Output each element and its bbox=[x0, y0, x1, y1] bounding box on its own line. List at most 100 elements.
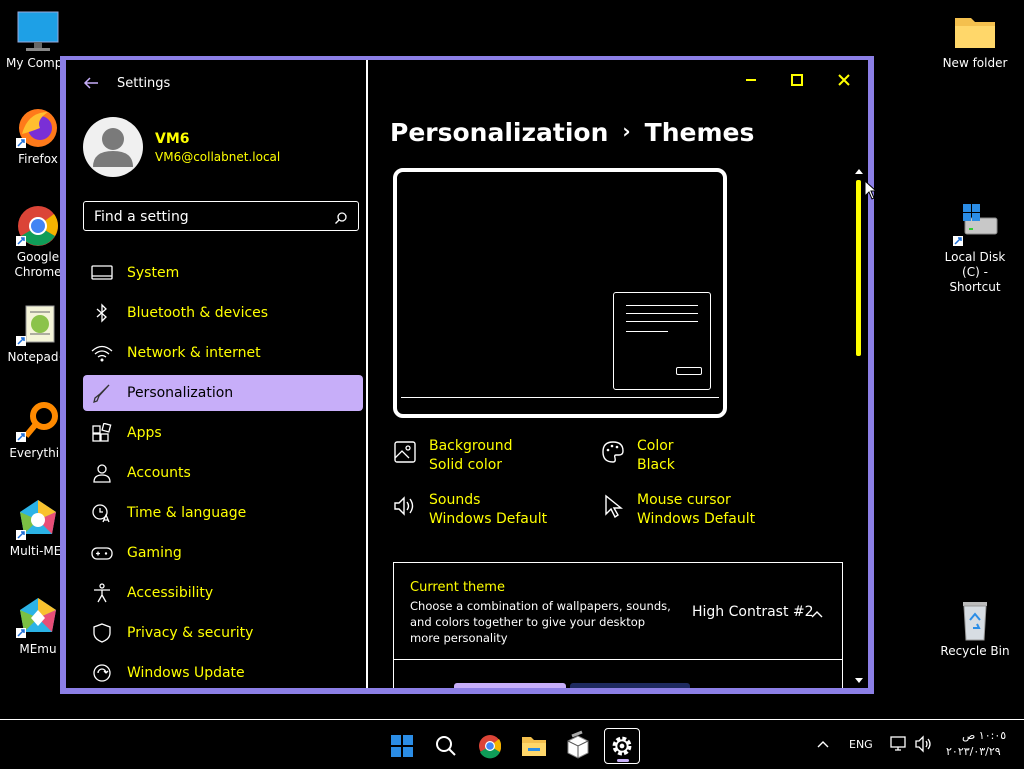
wifi-icon bbox=[91, 343, 113, 363]
sidebar-item-label: Privacy & security bbox=[127, 625, 254, 641]
scroll-down-arrow-icon[interactable] bbox=[854, 676, 864, 686]
desktop-icon-local-disk-shortcut[interactable]: Local Disk (C) - Shortcut bbox=[937, 204, 1013, 295]
monitor-icon bbox=[14, 10, 62, 54]
recycle-bin-icon bbox=[951, 598, 999, 642]
sidebar-item-gaming[interactable]: Gaming bbox=[83, 535, 363, 571]
avatar[interactable] bbox=[83, 117, 143, 177]
volume-icon[interactable] bbox=[914, 735, 934, 753]
sidebar-item-windows-update[interactable]: Windows Update bbox=[83, 655, 363, 688]
palette-icon bbox=[601, 440, 625, 464]
settings-window: Settings VM6 VM6@collabnet.local Find a … bbox=[60, 56, 874, 694]
sounds-label: Sounds bbox=[429, 492, 481, 508]
mouse-cursor-label: Mouse cursor bbox=[637, 492, 731, 508]
apps-icon bbox=[91, 422, 113, 443]
sidebar-item-label: Windows Update bbox=[127, 665, 245, 681]
user-email: VM6@collabnet.local bbox=[155, 150, 281, 164]
globe-clock-icon bbox=[91, 503, 113, 523]
desktop-icon-new-folder[interactable]: New folder bbox=[937, 10, 1013, 71]
breadcrumb: Personalization › Themes bbox=[390, 118, 754, 147]
clock-time[interactable]: ١٠:٠٥ ص bbox=[962, 729, 1006, 742]
desktop-icon-label: New folder bbox=[942, 56, 1008, 70]
background-setting[interactable]: Background Solid color bbox=[393, 438, 593, 478]
background-value: Solid color bbox=[429, 457, 503, 473]
bluetooth-icon bbox=[91, 303, 113, 323]
memu-icon bbox=[14, 596, 62, 640]
maximize-button[interactable] bbox=[782, 68, 812, 92]
taskbar-settings-button[interactable] bbox=[604, 728, 640, 764]
search-icon bbox=[334, 210, 348, 224]
folder-icon bbox=[522, 737, 546, 756]
current-theme-title: Current theme bbox=[410, 580, 505, 595]
close-button[interactable] bbox=[829, 68, 859, 92]
mouse-cursor-setting[interactable]: Mouse cursor Windows Default bbox=[601, 492, 801, 532]
chevron-up-icon[interactable] bbox=[815, 738, 831, 750]
scroll-up-arrow-icon[interactable] bbox=[854, 166, 864, 176]
breadcrumb-parent[interactable]: Personalization bbox=[390, 118, 608, 147]
search-icon bbox=[436, 736, 456, 756]
mouse-cursor-value: Windows Default bbox=[637, 511, 756, 527]
sidebar-item-time-language[interactable]: Time & language bbox=[83, 495, 363, 531]
firefox-icon bbox=[14, 106, 62, 150]
theme-preview bbox=[393, 168, 727, 418]
taskbar-search-button[interactable] bbox=[428, 728, 464, 764]
minimize-icon bbox=[746, 79, 756, 81]
network-icon[interactable] bbox=[889, 735, 909, 753]
sidebar-item-system[interactable]: System bbox=[83, 255, 363, 291]
color-setting[interactable]: Color Black bbox=[601, 438, 801, 478]
sidebar-item-accessibility[interactable]: Accessibility bbox=[83, 575, 363, 611]
user-silhouette-icon bbox=[93, 128, 133, 167]
taskbar-file-explorer-button[interactable] bbox=[516, 728, 552, 764]
color-label: Color bbox=[637, 438, 674, 454]
taskbar-chrome-button[interactable] bbox=[472, 728, 508, 764]
clock-date[interactable]: ٢٠٢٣/٠٣/٢٩ bbox=[946, 745, 1001, 758]
sidebar-item-label: Personalization bbox=[127, 385, 234, 401]
chevron-up-icon[interactable] bbox=[810, 606, 824, 620]
sidebar-item-accounts[interactable]: Accounts bbox=[83, 455, 363, 491]
speaker-icon bbox=[393, 494, 417, 518]
close-icon bbox=[838, 74, 850, 86]
theme-thumbnail[interactable] bbox=[454, 683, 566, 688]
preview-dialog-button bbox=[676, 367, 702, 375]
sidebar-item-label: Apps bbox=[127, 425, 162, 441]
everything-search-icon bbox=[14, 400, 62, 444]
start-button[interactable] bbox=[384, 728, 420, 764]
current-theme-value: High Contrast #2 bbox=[692, 604, 814, 620]
scrollbar[interactable] bbox=[854, 166, 864, 686]
sidebar-item-bluetooth-devices[interactable]: Bluetooth & devices bbox=[83, 295, 363, 331]
back-arrow-icon[interactable] bbox=[82, 74, 100, 92]
chrome-icon bbox=[479, 735, 502, 759]
desktop-icon-recycle-bin[interactable]: Recycle Bin bbox=[937, 598, 1013, 659]
multi-memu-icon bbox=[14, 498, 62, 542]
scrollbar-thumb[interactable] bbox=[856, 180, 861, 356]
theme-thumbnail[interactable] bbox=[570, 683, 690, 688]
taskbar: ENG ١٠:٠٥ ص ٢٠٢٣/٠٣/٢٩ bbox=[0, 719, 1024, 769]
sidebar-item-apps[interactable]: Apps bbox=[83, 415, 363, 451]
breadcrumb-separator: › bbox=[622, 119, 631, 143]
desktop-icon-label: Local Disk (C) - Shortcut bbox=[944, 250, 1006, 294]
search-input[interactable]: Find a setting bbox=[83, 201, 359, 231]
sounds-setting[interactable]: Sounds Windows Default bbox=[393, 492, 593, 532]
cursor-icon bbox=[601, 494, 625, 519]
background-label: Background bbox=[429, 438, 513, 454]
sidebar-item-privacy-security[interactable]: Privacy & security bbox=[83, 615, 363, 651]
input-language[interactable]: ENG bbox=[849, 738, 873, 751]
shield-icon bbox=[91, 623, 113, 643]
notepad-icon bbox=[14, 304, 62, 348]
user-name: VM6 bbox=[155, 131, 190, 147]
settings-sidebar: Settings VM6 VM6@collabnet.local Find a … bbox=[66, 60, 368, 688]
taskbar-package-button[interactable] bbox=[560, 728, 596, 764]
current-theme-card[interactable]: Current theme Choose a combination of wa… bbox=[393, 562, 843, 688]
sidebar-item-label: Accounts bbox=[127, 465, 191, 481]
gear-icon bbox=[612, 736, 632, 756]
minimize-button[interactable] bbox=[736, 68, 766, 92]
monitor-icon bbox=[91, 263, 113, 283]
color-value: Black bbox=[637, 457, 675, 473]
image-icon bbox=[393, 440, 417, 464]
current-theme-description: Choose a combination of wallpapers, soun… bbox=[410, 599, 671, 645]
sounds-value: Windows Default bbox=[429, 511, 548, 527]
maximize-icon bbox=[791, 74, 803, 86]
sidebar-item-personalization[interactable]: Personalization bbox=[83, 375, 363, 411]
brush-icon bbox=[91, 383, 113, 403]
drive-icon bbox=[951, 204, 999, 248]
sidebar-item-network-internet[interactable]: Network & internet bbox=[83, 335, 363, 371]
